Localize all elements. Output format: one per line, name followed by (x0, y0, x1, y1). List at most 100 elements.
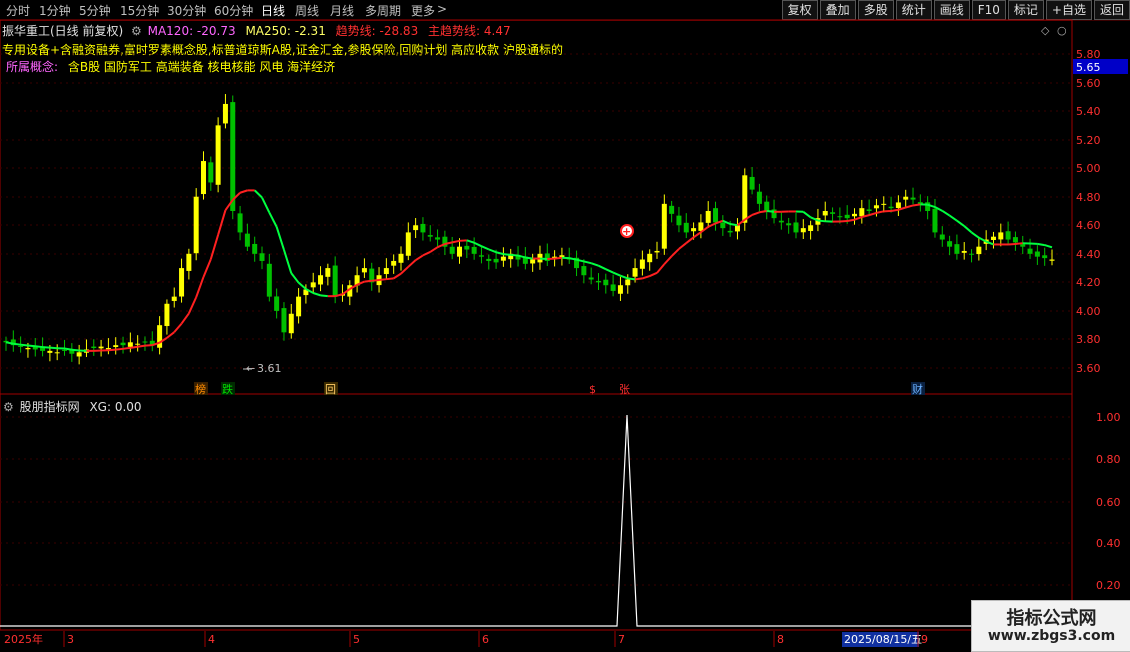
candle-body[interactable] (230, 102, 235, 211)
candle-body[interactable] (318, 275, 323, 284)
candle-body[interactable] (238, 213, 243, 232)
candle-body[interactable] (413, 225, 418, 230)
candle-body[interactable] (281, 308, 286, 332)
candle-body[interactable] (472, 247, 477, 254)
candle-body[interactable] (874, 205, 879, 208)
candle-body[interactable] (662, 204, 667, 249)
candle-body[interactable] (435, 237, 440, 239)
candle-body[interactable] (128, 342, 133, 347)
candle-body[interactable] (260, 253, 265, 261)
candle-body[interactable] (398, 254, 403, 263)
candle-body[interactable] (420, 224, 425, 232)
candle-body[interactable] (296, 297, 301, 317)
candle-body[interactable] (867, 209, 872, 211)
candlesticks[interactable] (4, 94, 1055, 364)
candle-body[interactable] (186, 254, 191, 271)
candle-body[interactable] (464, 246, 469, 250)
candle-body[interactable] (911, 198, 916, 200)
candle-body[interactable] (1013, 237, 1018, 242)
candle-body[interactable] (18, 346, 23, 347)
candle-body[interactable] (735, 225, 740, 231)
candle-body[interactable] (698, 222, 703, 230)
candle-body[interactable] (940, 235, 945, 240)
candle-body[interactable] (1035, 252, 1040, 257)
candle-body[interactable] (1006, 231, 1011, 239)
candle-body[interactable] (969, 254, 974, 255)
candle-body[interactable] (837, 216, 842, 217)
event-marker-cai[interactable]: 财 (912, 382, 923, 396)
candle-body[interactable] (201, 161, 206, 194)
candle-body[interactable] (991, 237, 996, 240)
candle-body[interactable] (450, 247, 455, 254)
candle-body[interactable] (669, 206, 674, 214)
candle-body[interactable] (589, 277, 594, 279)
candle-body[interactable] (289, 314, 294, 333)
candle-body[interactable] (1042, 255, 1047, 258)
candle-body[interactable] (845, 215, 850, 218)
candle-body[interactable] (267, 264, 272, 297)
candle-body[interactable] (793, 222, 798, 232)
candle-body[interactable] (384, 268, 389, 274)
candle-body[interactable] (889, 207, 894, 208)
candle-body[interactable] (223, 104, 228, 123)
candle-body[interactable] (859, 208, 864, 216)
candle-body[interactable] (786, 223, 791, 225)
candle-body[interactable] (479, 255, 484, 256)
candle-body[interactable] (55, 352, 60, 353)
candle-body[interactable] (676, 216, 681, 226)
candle-body[interactable] (325, 268, 330, 277)
candle-body[interactable] (179, 268, 184, 296)
candle-body[interactable] (647, 254, 652, 262)
candle-body[interactable] (457, 247, 462, 257)
candle-body[interactable] (684, 223, 689, 233)
diamond-icon[interactable]: ◇ (1041, 24, 1050, 37)
candle-body[interactable] (830, 212, 835, 214)
candle-body[interactable] (976, 247, 981, 254)
candle-body[interactable] (750, 177, 755, 190)
candle-body[interactable] (1020, 244, 1025, 246)
candle-body[interactable] (720, 223, 725, 228)
event-marker-die[interactable]: 跌 (222, 382, 233, 396)
candle-body[interactable] (852, 214, 857, 216)
candle-body[interactable] (245, 234, 250, 247)
candle-body[interactable] (428, 235, 433, 237)
candle-body[interactable] (62, 350, 67, 351)
candle-body[interactable] (581, 266, 586, 275)
candle-body[interactable] (333, 266, 338, 297)
candle-body[interactable] (596, 281, 601, 282)
candle-body[interactable] (932, 209, 937, 233)
candle-body[interactable] (172, 297, 177, 301)
candle-body[interactable] (47, 351, 52, 353)
candle-body[interactable] (164, 304, 169, 326)
candle-body[interactable] (99, 347, 104, 349)
candle-body[interactable] (823, 211, 828, 215)
candle-body[interactable] (757, 192, 762, 204)
candle-body[interactable] (881, 204, 886, 205)
candle-body[interactable] (742, 175, 747, 222)
candle-body[interactable] (962, 251, 967, 253)
candle-body[interactable] (135, 344, 140, 345)
candle-body[interactable] (486, 259, 491, 261)
candle-body[interactable] (625, 280, 630, 286)
candle-body[interactable] (362, 268, 367, 272)
event-marker-bang[interactable]: 榜 (195, 382, 206, 396)
candle-body[interactable] (764, 202, 769, 211)
candle-body[interactable] (91, 347, 96, 348)
candle-body[interactable] (779, 221, 784, 223)
close-icon[interactable]: ○ (1057, 24, 1067, 37)
candle-body[interactable] (713, 208, 718, 222)
candle-body[interactable] (655, 251, 660, 252)
candle-body[interactable] (494, 259, 499, 262)
candle-body[interactable] (691, 228, 696, 231)
candle-body[interactable] (998, 232, 1003, 239)
kline-chart[interactable]: ◇ ○ 5.80 5.60 5.40 5.20 5.00 4.80 4.60 4… (0, 0, 1130, 650)
candle-body[interactable] (808, 225, 813, 231)
candle-body[interactable] (391, 261, 396, 266)
candle-body[interactable] (121, 343, 126, 346)
candle-body[interactable] (311, 282, 316, 287)
candle-body[interactable] (252, 244, 257, 254)
candle-body[interactable] (801, 228, 806, 232)
candle-body[interactable] (640, 260, 645, 269)
candle-body[interactable] (947, 241, 952, 246)
candle-body[interactable] (1050, 260, 1055, 261)
